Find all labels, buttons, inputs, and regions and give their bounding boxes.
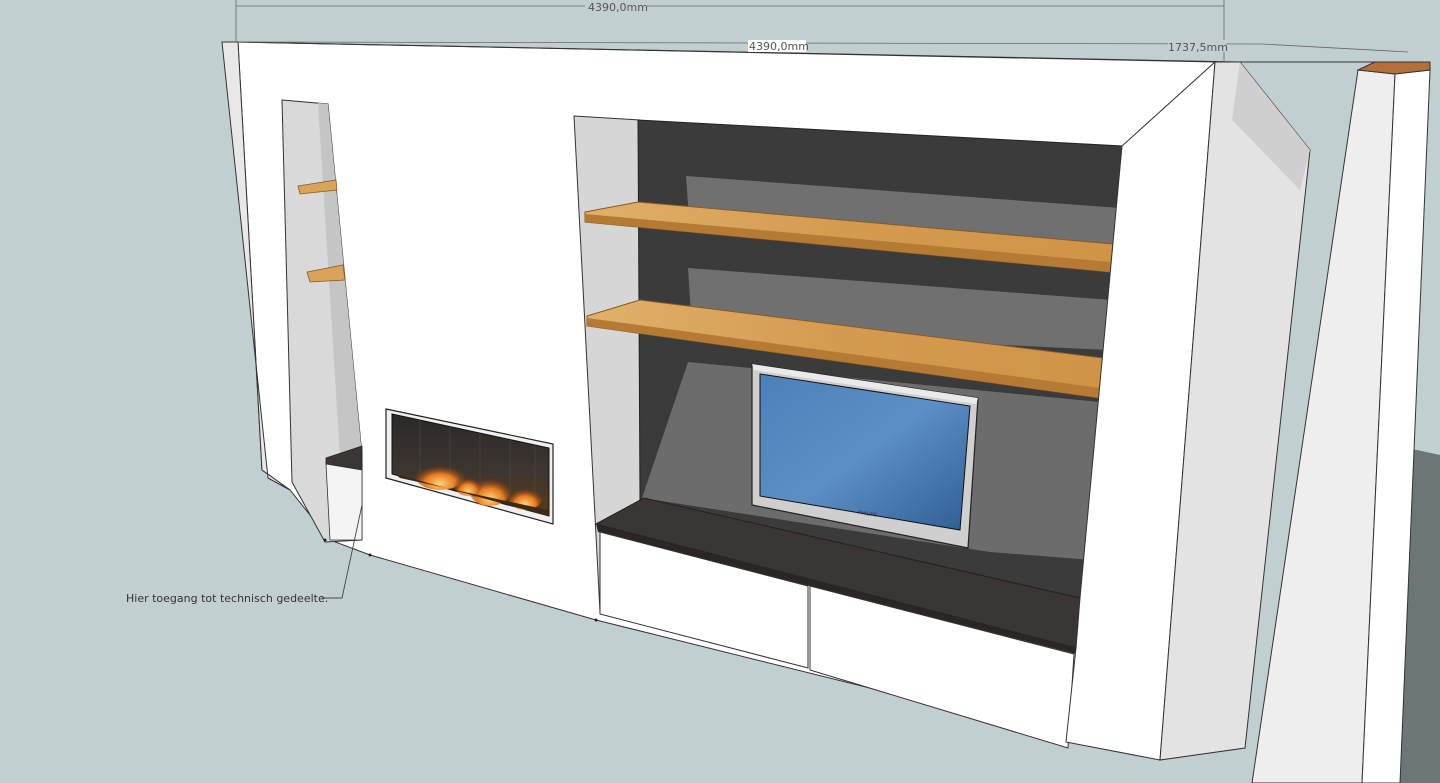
wall-unit-3d-sketch: PHILIPS 4390,0mm 4390,0mm 1737,5mm Hier …: [126, 0, 1440, 783]
dimension-depth-label: 1737,5mm: [1168, 41, 1228, 54]
annotation-technical-access: Hier toegang tot technisch gedeelte.: [126, 592, 328, 605]
dimension-width-depth-label: 4390,0mm: [749, 40, 809, 53]
dimension-top-width-label: 4390,0mm: [588, 1, 648, 14]
